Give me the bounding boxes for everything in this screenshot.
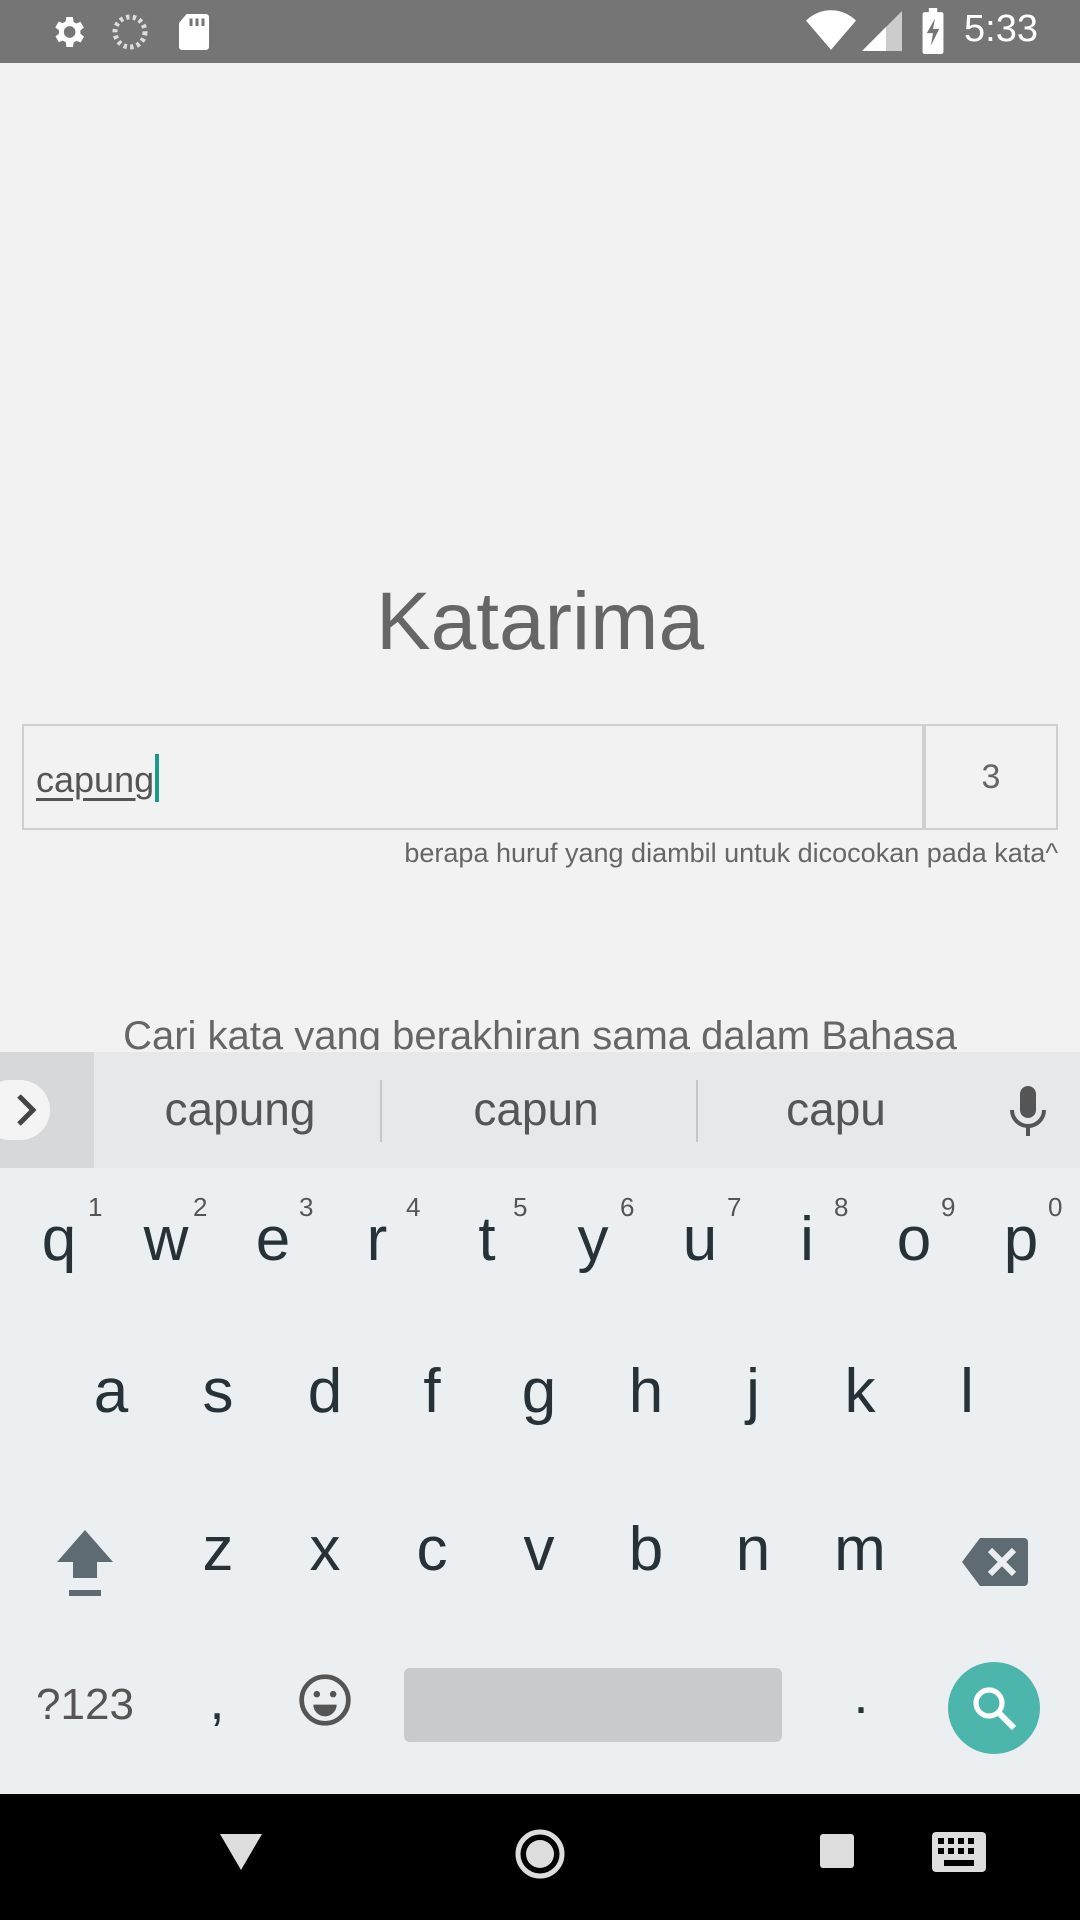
chevron-right-icon bbox=[17, 1094, 37, 1126]
suggestion-strip: capung capun capu bbox=[0, 1052, 1080, 1168]
key-hint-number: 7 bbox=[727, 1192, 742, 1222]
shift-icon bbox=[57, 1530, 113, 1596]
key-g[interactable]: g bbox=[494, 1356, 584, 1427]
key-hint-number: 1 bbox=[88, 1192, 103, 1222]
recents-icon[interactable] bbox=[820, 1834, 854, 1868]
navigation-bar bbox=[0, 1794, 1080, 1920]
key-hint-number: 0 bbox=[1048, 1192, 1063, 1222]
soft-keyboard: capung capun capu q w e r t y u i o p 1 … bbox=[0, 1052, 1080, 1794]
key-hint-number: 9 bbox=[941, 1192, 956, 1222]
key-hint-number: 5 bbox=[513, 1192, 528, 1222]
key-j[interactable]: j bbox=[708, 1356, 798, 1427]
keyboard-switch-icon[interactable] bbox=[932, 1832, 986, 1872]
status-time: 5:33 bbox=[964, 8, 1038, 50]
microphone-icon[interactable] bbox=[1008, 1086, 1048, 1138]
key-l[interactable]: l bbox=[922, 1356, 1012, 1427]
back-icon[interactable] bbox=[218, 1832, 264, 1872]
text-caret bbox=[155, 754, 160, 802]
search-icon bbox=[973, 1687, 1017, 1731]
key-f[interactable]: f bbox=[387, 1356, 477, 1427]
settings-icon bbox=[48, 12, 88, 57]
status-bar: 5:33 bbox=[0, 0, 1080, 63]
spacebar[interactable] bbox=[404, 1668, 782, 1742]
key-k[interactable]: k bbox=[815, 1356, 905, 1427]
shift-key[interactable] bbox=[40, 1526, 130, 1617]
key-n[interactable]: n bbox=[708, 1514, 798, 1585]
key-z[interactable]: z bbox=[173, 1514, 263, 1585]
wifi-icon bbox=[806, 10, 856, 57]
key-comma[interactable]: , bbox=[172, 1670, 262, 1732]
suggestion-3[interactable]: capu bbox=[716, 1082, 956, 1136]
sync-icon bbox=[110, 12, 150, 57]
backspace-icon bbox=[962, 1538, 1028, 1586]
emoji-key[interactable] bbox=[280, 1672, 370, 1743]
key-s[interactable]: s bbox=[173, 1356, 263, 1427]
letter-count-field[interactable]: 3 bbox=[924, 724, 1058, 830]
emoji-icon bbox=[299, 1674, 351, 1726]
key-hint-number: 4 bbox=[406, 1192, 421, 1222]
key-a[interactable]: a bbox=[66, 1356, 156, 1427]
key-x[interactable]: x bbox=[280, 1514, 370, 1585]
suggestion-divider bbox=[380, 1080, 382, 1142]
description-text: Cari kata yang berakhiran sama dalam Bah… bbox=[123, 1014, 957, 1050]
word-input-field[interactable]: capung bbox=[22, 724, 924, 830]
key-hint-number: 6 bbox=[620, 1192, 635, 1222]
symbols-key[interactable]: ?123 bbox=[20, 1680, 150, 1730]
suggestion-2[interactable]: capun bbox=[416, 1082, 656, 1136]
key-h[interactable]: h bbox=[601, 1356, 691, 1427]
app-title: Katarima bbox=[375, 576, 705, 667]
key-period[interactable]: . bbox=[816, 1664, 906, 1726]
battery-charging-icon bbox=[920, 8, 946, 59]
key-v[interactable]: v bbox=[494, 1514, 584, 1585]
key-m[interactable]: m bbox=[815, 1514, 905, 1585]
key-hint-number: 2 bbox=[193, 1192, 208, 1222]
key-b[interactable]: b bbox=[601, 1514, 691, 1585]
sd-card-icon bbox=[176, 12, 212, 57]
suggestion-divider bbox=[696, 1080, 698, 1142]
key-d[interactable]: d bbox=[280, 1356, 370, 1427]
word-input-value: capung bbox=[36, 759, 155, 800]
count-hint-text: berapa huruf yang diambil untuk dicocoka… bbox=[404, 838, 1058, 868]
home-icon[interactable] bbox=[514, 1828, 566, 1880]
word-input-text: capung bbox=[36, 754, 160, 802]
suggestion-1[interactable]: capung bbox=[120, 1082, 360, 1136]
backspace-key[interactable] bbox=[950, 1530, 1040, 1601]
signal-icon bbox=[862, 10, 902, 57]
key-hint-number: 8 bbox=[834, 1192, 849, 1222]
search-action-key[interactable] bbox=[948, 1662, 1040, 1754]
key-c[interactable]: c bbox=[387, 1514, 477, 1585]
expand-toolbar-button[interactable] bbox=[0, 1052, 94, 1168]
key-hint-number: 3 bbox=[299, 1192, 314, 1222]
